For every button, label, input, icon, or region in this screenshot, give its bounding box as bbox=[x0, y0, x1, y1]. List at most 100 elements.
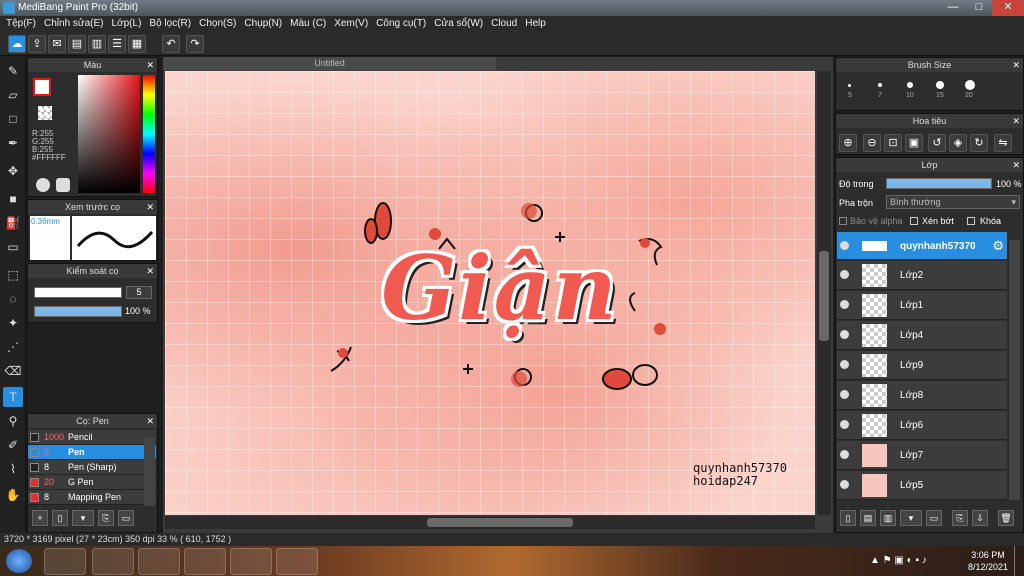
panel-close-icon[interactable]: ✕ bbox=[146, 200, 154, 214]
layer-row[interactable]: Lớp9 bbox=[837, 351, 1007, 380]
layer-row[interactable]: Lớp1 bbox=[837, 291, 1007, 320]
layer-row[interactable]: Lớp7 bbox=[837, 441, 1007, 470]
brush-item[interactable]: 1000 Pencil bbox=[28, 430, 156, 445]
duplicate-layer-icon[interactable]: ⎘ bbox=[952, 510, 968, 526]
saturation-value-picker[interactable] bbox=[78, 75, 140, 193]
panel-close-icon[interactable]: ✕ bbox=[146, 58, 154, 72]
internet-explorer-icon[interactable] bbox=[44, 548, 86, 575]
media-player-icon[interactable] bbox=[138, 548, 180, 575]
list-icon[interactable]: ☰ bbox=[108, 35, 126, 53]
layer-row[interactable]: Lớp5 bbox=[837, 471, 1007, 500]
merge-down-icon[interactable]: ⇩ bbox=[972, 510, 988, 526]
folder-icon[interactable]: ▭ bbox=[118, 510, 134, 526]
brush-item-selected[interactable]: 5 Pen ⚙ bbox=[28, 445, 156, 460]
zoom-in-icon[interactable]: ⊕ bbox=[839, 134, 857, 152]
file-explorer-icon[interactable] bbox=[92, 548, 134, 575]
panel-close-icon[interactable]: ✕ bbox=[146, 264, 154, 278]
cloud-icon[interactable]: ☁ bbox=[8, 35, 26, 53]
new-halftone-layer-icon[interactable]: ▤ bbox=[860, 510, 876, 526]
document-icon[interactable]: ▤ bbox=[68, 35, 86, 53]
clipping-checkbox[interactable] bbox=[910, 217, 918, 225]
comment-icon[interactable]: ✉ bbox=[48, 35, 66, 53]
color-wheel-icon[interactable] bbox=[36, 178, 50, 192]
eye-icon[interactable] bbox=[840, 270, 849, 279]
select-pen-icon[interactable]: ⋰ bbox=[3, 337, 23, 357]
gradient-tool-icon[interactable]: ▭ bbox=[3, 237, 23, 257]
size-dot[interactable] bbox=[936, 81, 944, 89]
copy-brush-icon[interactable]: ⎘ bbox=[98, 510, 114, 526]
menu-layer[interactable]: Lớp(L) bbox=[110, 16, 148, 32]
blend-mode-select[interactable]: Bình thường ▾ bbox=[886, 195, 1020, 209]
medibang-icon[interactable] bbox=[184, 548, 226, 575]
protect-alpha-checkbox[interactable] bbox=[839, 217, 847, 225]
rectangle-tool-icon[interactable]: □ bbox=[3, 109, 23, 129]
text-tool-icon[interactable]: T bbox=[3, 387, 23, 407]
eye-icon[interactable] bbox=[840, 390, 849, 399]
size-dot[interactable] bbox=[878, 83, 882, 87]
menu-select[interactable]: Chọn(S) bbox=[197, 16, 242, 32]
lock-checkbox[interactable] bbox=[967, 217, 975, 225]
select-eraser-icon[interactable]: ⌫ bbox=[3, 361, 23, 381]
menu-view[interactable]: Xem(V) bbox=[332, 16, 374, 32]
undo-icon[interactable]: ↶ bbox=[162, 35, 180, 53]
drawing-canvas[interactable]: Giận quynhanh57370 hoidap247 bbox=[165, 71, 815, 515]
layer-folder-icon[interactable]: ▭ bbox=[926, 510, 942, 526]
bucket-tool-icon[interactable]: ⛽ bbox=[3, 213, 23, 233]
horizontal-scroll-thumb[interactable] bbox=[427, 518, 573, 527]
brush-list-scrollbar[interactable] bbox=[144, 438, 155, 506]
system-tray-icons[interactable]: ▲ ⚑ ▣ ◐ ▪ ♪ bbox=[870, 555, 960, 567]
palette-icon[interactable] bbox=[56, 178, 70, 192]
vertical-scrollbar[interactable] bbox=[817, 71, 831, 515]
opera-icon[interactable] bbox=[276, 548, 318, 575]
layer-list-scrollbar[interactable] bbox=[1009, 240, 1020, 500]
brush-menu-icon[interactable]: ▾ bbox=[72, 510, 94, 526]
menu-edit[interactable]: Chỉnh sửa(E) bbox=[42, 16, 110, 32]
dropper-icon[interactable]: ✐ bbox=[3, 435, 23, 455]
layer-row-selected[interactable]: quynhanh57370 ⚙ bbox=[837, 232, 1007, 260]
eye-icon[interactable] bbox=[840, 330, 849, 339]
add-brush-icon[interactable]: + bbox=[32, 510, 48, 526]
new-8bit-layer-icon[interactable]: ▥ bbox=[880, 510, 896, 526]
maximize-button[interactable]: □ bbox=[966, 0, 992, 16]
horizontal-scrollbar[interactable] bbox=[165, 516, 815, 529]
page-icon[interactable]: ▥ bbox=[88, 35, 106, 53]
transparent-swatch[interactable] bbox=[38, 106, 52, 120]
new-brush-icon[interactable]: ▯ bbox=[52, 510, 68, 526]
brush-tool-icon[interactable]: ✎ bbox=[3, 61, 23, 81]
menu-window[interactable]: Cửa sổ(W) bbox=[432, 16, 489, 32]
eye-icon[interactable] bbox=[840, 480, 849, 489]
document-tab[interactable]: Untitled bbox=[163, 57, 496, 70]
panel-close-icon[interactable]: ✕ bbox=[1012, 158, 1020, 172]
menu-snap[interactable]: Chụp(N) bbox=[242, 16, 288, 32]
grid-icon[interactable]: ▦ bbox=[128, 35, 146, 53]
reset-rotation-icon[interactable]: ◈ bbox=[949, 134, 967, 152]
eyedropper-icon[interactable]: ⌇ bbox=[3, 459, 23, 479]
vertical-scroll-thumb[interactable] bbox=[819, 251, 829, 341]
start-button[interactable] bbox=[6, 549, 32, 573]
eye-icon[interactable] bbox=[840, 360, 849, 369]
eraser-tool-icon[interactable]: ▱ bbox=[3, 85, 23, 105]
add-layer-menu-icon[interactable]: ▾ bbox=[900, 510, 922, 526]
close-button[interactable]: ✕ bbox=[992, 0, 1024, 16]
panel-close-icon[interactable]: ✕ bbox=[1012, 114, 1020, 128]
delete-layer-icon[interactable]: 🗑 bbox=[998, 510, 1014, 526]
menu-cloud[interactable]: Cloud bbox=[489, 16, 523, 32]
move-tool-icon[interactable]: ✥ bbox=[3, 161, 23, 181]
minimize-button[interactable]: — bbox=[940, 0, 966, 16]
panel-close-icon[interactable]: ✕ bbox=[1012, 58, 1020, 72]
fill-rect-tool-icon[interactable]: ■ bbox=[3, 189, 23, 209]
new-layer-icon[interactable]: ▯ bbox=[840, 510, 856, 526]
actual-size-icon[interactable]: ▣ bbox=[905, 134, 923, 152]
fit-icon[interactable]: ⊡ bbox=[884, 134, 902, 152]
redo-icon[interactable]: ↷ bbox=[186, 35, 204, 53]
brush-item[interactable]: 8 Mapping Pen bbox=[28, 490, 156, 505]
menu-file[interactable]: Tệp(F) bbox=[4, 16, 42, 32]
layer-row[interactable]: Lớp2 bbox=[837, 261, 1007, 290]
lasso-icon[interactable]: ◌ bbox=[3, 289, 23, 309]
layer-settings-gear-icon[interactable]: ⚙ bbox=[992, 238, 1004, 254]
zoom-out-icon[interactable]: ⊖ bbox=[863, 134, 881, 152]
clock[interactable]: 3:06 PM 8/12/2021 bbox=[966, 549, 1010, 573]
brush-item[interactable]: 8 Pen (Sharp) bbox=[28, 460, 156, 475]
layer-row[interactable]: Lớp6 bbox=[837, 411, 1007, 440]
operation-tool-icon[interactable]: ⚲ bbox=[3, 411, 23, 431]
